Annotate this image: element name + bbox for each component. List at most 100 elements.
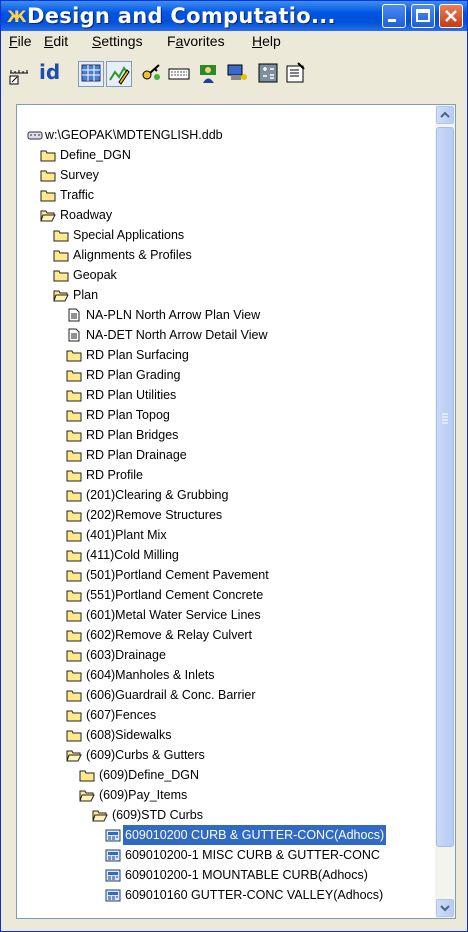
menu-file[interactable]: File [9, 33, 32, 49]
folder-open-icon [40, 208, 56, 222]
tree-item-label: (501)Portland Cement Pavement [86, 568, 269, 582]
tree-item-label: (609)Curbs & Gutters [86, 748, 205, 762]
pay-item-icon [105, 848, 121, 862]
tree-item-label: w:\GEOPAK\MDTENGLISH.ddb [45, 128, 223, 142]
folder-icon [66, 468, 82, 482]
tree-item-label: (411)Cold Milling [86, 548, 179, 562]
tree-item-label: RD Plan Bridges [86, 428, 179, 442]
tree-item-label: (201)Clearing & Grubbing [86, 488, 229, 502]
window-title: Design and Computatio... [27, 4, 336, 28]
tree-item-label: Plan [73, 288, 99, 302]
tree-item-label: (609)STD Curbs [112, 808, 203, 822]
folder-icon [53, 228, 69, 242]
database-icon [27, 128, 43, 142]
maximize-icon [416, 9, 430, 22]
folder-icon [66, 668, 82, 682]
folder-icon [40, 168, 56, 182]
pay-item-icon [105, 868, 121, 882]
document-icon [66, 308, 82, 322]
calculator-icon[interactable] [256, 61, 282, 87]
tree-items: w:\GEOPAK\MDTENGLISH.ddb Define_DGN Survey… [17, 105, 435, 918]
folder-icon [66, 728, 82, 742]
tree-item-label: 609010160 GUTTER-CONC VALLEY(Adhocs) [125, 888, 384, 902]
toolbar: id [1, 53, 467, 97]
folder-icon [66, 568, 82, 582]
tree-item-label: RD Profile [86, 468, 143, 482]
maximize-button[interactable] [411, 4, 435, 28]
folder-icon [66, 648, 82, 662]
folder-icon [79, 768, 95, 782]
scroll-down-button[interactable] [436, 899, 454, 917]
menu-edit[interactable]: Edit [44, 33, 68, 49]
folder-open-icon [79, 788, 95, 802]
tree-item-label: RD Plan Grading [86, 368, 181, 382]
menu-favorites[interactable]: Favorites [167, 33, 225, 49]
close-button[interactable] [439, 4, 463, 28]
folder-icon [40, 148, 56, 162]
app-window: Ж Design and Computatio... File Edit Setti… [0, 0, 468, 932]
tree-item-label: (601)Metal Water Service Lines [86, 608, 261, 622]
menu-bar: File Edit Settings Favorites Help [1, 31, 467, 51]
tree-item-label: RD Plan Topog [86, 408, 170, 422]
grip-icon [442, 413, 448, 424]
grid-view-icon[interactable] [78, 61, 104, 87]
tree-view[interactable]: w:\GEOPAK\MDTENGLISH.ddb Define_DGN Survey… [16, 104, 456, 919]
tree-item-label: Special Applications [73, 228, 185, 242]
folder-icon [66, 388, 82, 402]
tree-item-label: (551)Portland Cement Concrete [86, 588, 264, 602]
tree-item-label: NA-DET North Arrow Detail View [86, 328, 268, 342]
tree-item-label: (607)Fences [86, 708, 157, 722]
pencil-icon[interactable] [106, 61, 132, 87]
minimize-icon [388, 19, 396, 22]
folder-open-icon [53, 288, 69, 302]
menu-settings[interactable]: Settings [92, 33, 143, 49]
tree-item-label: Traffic [60, 188, 95, 202]
folder-open-icon [66, 748, 82, 762]
scroll-thumb[interactable] [436, 127, 454, 847]
tree-item-label: Define_DGN [60, 148, 131, 162]
vertical-scrollbar[interactable] [435, 105, 455, 918]
folder-icon [66, 708, 82, 722]
tree-item-label: (603)Drainage [86, 648, 166, 662]
properties-icon[interactable] [284, 61, 310, 87]
folder-icon [66, 348, 82, 362]
pay-item-icon [105, 828, 121, 842]
folder-icon [66, 428, 82, 442]
folder-icon [66, 368, 82, 382]
folder-icon [66, 528, 82, 542]
menu-help[interactable]: Help [252, 33, 281, 49]
folder-icon [53, 268, 69, 282]
tree-item-label: Geopak [73, 268, 117, 282]
tree-item-label: Survey [60, 168, 99, 182]
folder-icon [66, 608, 82, 622]
folder-icon [66, 508, 82, 522]
folder-icon [66, 448, 82, 462]
folder-icon [66, 688, 82, 702]
place-element-icon[interactable] [7, 61, 33, 87]
tree-item-label: (202)Remove Structures [86, 508, 223, 522]
key-icon[interactable] [139, 61, 165, 87]
id-icon[interactable]: id [39, 61, 69, 87]
tree-item-label: 609010200 CURB & GUTTER-CONC(Adhocs) [123, 825, 387, 845]
scroll-up-button[interactable] [436, 106, 454, 124]
title-bar[interactable]: Ж Design and Computatio... [1, 1, 467, 31]
folder-open-icon [92, 808, 108, 822]
tree-item-label: 609010200-1 MISC CURB & GUTTER-CONC [125, 848, 380, 862]
tree-item-label: (602)Remove & Relay Culvert [86, 628, 253, 642]
user-icon[interactable] [197, 61, 223, 87]
minimize-button[interactable] [382, 4, 406, 28]
chevron-down-icon [440, 905, 450, 912]
tree-item-label: Alignments & Profiles [73, 248, 192, 262]
tree-item-label: Roadway [60, 208, 113, 222]
computer-icon[interactable] [225, 61, 251, 87]
folder-icon [66, 588, 82, 602]
folder-icon [53, 248, 69, 262]
tree-item-label: (401)Plant Mix [86, 528, 167, 542]
keyboard-icon[interactable] [167, 61, 193, 87]
folder-icon [66, 488, 82, 502]
tree-item-label: (606)Guardrail & Conc. Barrier [86, 688, 256, 702]
folder-icon [66, 408, 82, 422]
folder-icon [66, 628, 82, 642]
tree-item-label: 609010200-1 MOUNTABLE CURB(Adhocs) [125, 868, 368, 882]
app-icon[interactable]: Ж [7, 7, 27, 26]
